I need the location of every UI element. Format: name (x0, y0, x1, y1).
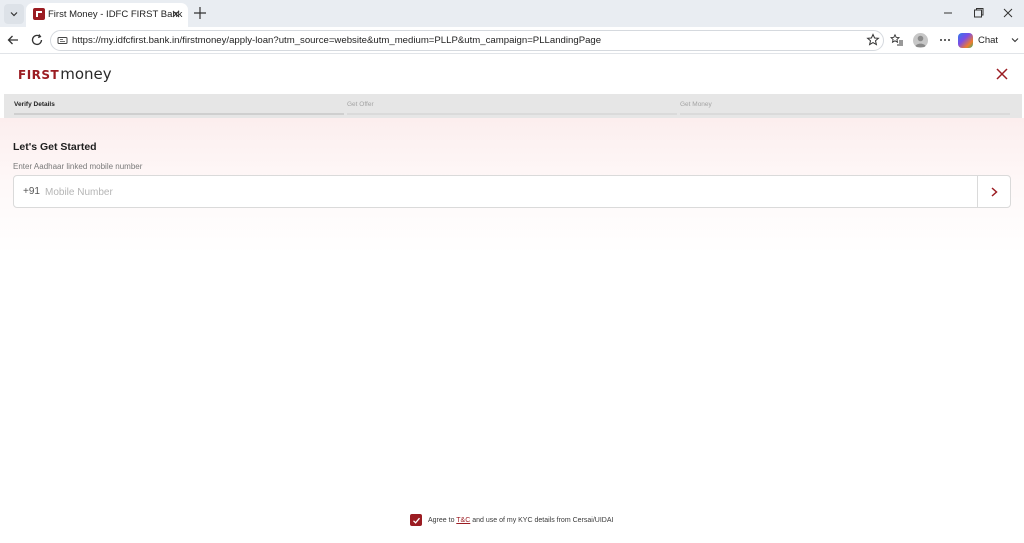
step-verify-details: Verify Details (14, 101, 55, 108)
logo-first-text: FIRST (18, 68, 60, 82)
step-get-offer: Get Offer (347, 101, 374, 108)
consent-suffix: and use of my KYC details from Cersai/UI… (470, 516, 614, 524)
browser-tab[interactable]: First Money - IDFC FIRST Bank (26, 3, 188, 27)
consent-checkbox[interactable] (410, 514, 422, 526)
refresh-icon[interactable] (30, 33, 44, 47)
restore-icon[interactable] (970, 6, 986, 20)
favorite-star-icon[interactable] (866, 33, 880, 47)
country-code: +91 (23, 186, 40, 197)
tab-title: First Money - IDFC FIRST Bank (48, 9, 183, 20)
mobile-number-label: Enter Aadhaar linked mobile number (13, 162, 143, 171)
favorites-icon[interactable] (890, 33, 904, 47)
mobile-number-field: +91 (13, 175, 1011, 208)
chevron-down-icon[interactable] (1008, 33, 1022, 47)
step-progress-line (14, 113, 344, 115)
step-progress-line (680, 113, 1010, 115)
profile-avatar[interactable] (913, 33, 928, 48)
more-options-icon[interactable] (938, 33, 952, 47)
address-bar[interactable]: https://my.idfcfirst.bank.in/firstmoney/… (50, 30, 884, 51)
chevron-right-icon (991, 186, 998, 197)
page-content: FIRST money Verify Details Get Offer Get… (0, 54, 1024, 543)
step-progress-line (347, 113, 677, 115)
close-icon[interactable] (994, 66, 1010, 82)
consent-row: Agree to T&C and use of my KYC details f… (410, 514, 613, 526)
close-window-icon[interactable] (1000, 6, 1016, 20)
url-text: https://my.idfcfirst.bank.in/firstmoney/… (72, 35, 602, 46)
consent-text: Agree to T&C and use of my KYC details f… (428, 517, 613, 524)
copilot-icon (958, 33, 973, 48)
back-arrow-icon[interactable] (6, 33, 20, 47)
copilot-chat-button[interactable]: Chat (958, 31, 1004, 50)
logo-money-text: money (60, 65, 112, 83)
minimize-icon[interactable] (940, 6, 956, 20)
submit-button[interactable] (977, 176, 1010, 207)
tab-strip: First Money - IDFC FIRST Bank (0, 0, 1024, 27)
chat-label: Chat (978, 35, 999, 46)
mobile-number-input[interactable] (45, 182, 945, 202)
progress-steps: Verify Details Get Offer Get Money (4, 94, 1022, 118)
consent-prefix: Agree to (428, 516, 457, 524)
new-tab-icon[interactable] (192, 5, 208, 21)
toolbar: https://my.idfcfirst.bank.in/firstmoney/… (0, 27, 1024, 54)
checkmark-icon (412, 517, 420, 524)
tab-list-button[interactable] (4, 4, 24, 24)
page-title: Let's Get Started (13, 141, 97, 153)
firstmoney-logo[interactable]: FIRST money (18, 65, 112, 83)
step-get-money: Get Money (680, 101, 712, 108)
chevron-down-icon (10, 12, 18, 17)
site-info-icon[interactable] (57, 35, 68, 46)
terms-link[interactable]: T&C (456, 517, 470, 524)
close-tab-icon[interactable] (170, 8, 182, 20)
idfc-favicon-icon (33, 8, 45, 20)
person-icon (915, 35, 926, 47)
